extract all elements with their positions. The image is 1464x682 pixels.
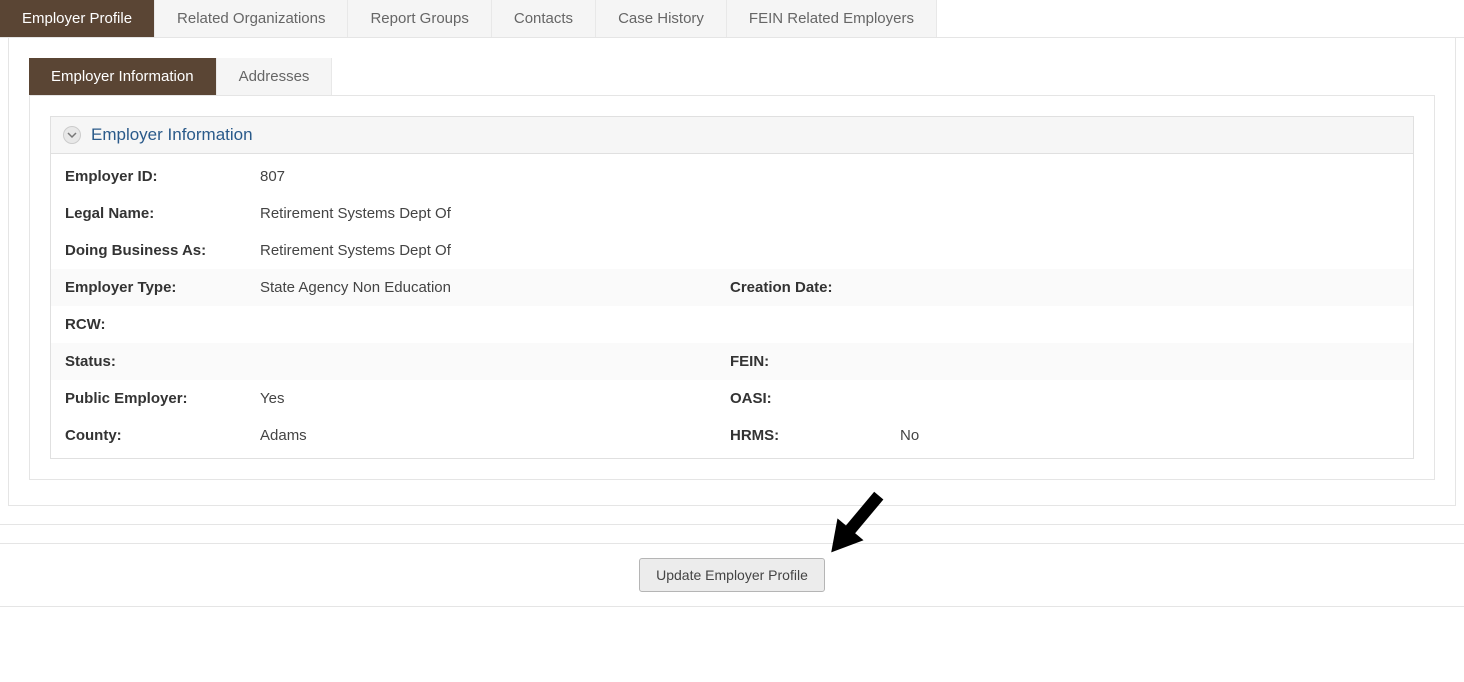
inner-tab-strip: Employer Information Addresses [29,58,1435,95]
value-rcw [260,316,540,333]
value-county: Adams [260,427,540,444]
value-status [260,353,540,370]
tab-related-organizations[interactable]: Related Organizations [155,0,348,37]
label-public-employer: Public Employer: [65,390,260,407]
section-title: Employer Information [91,125,253,145]
update-employer-profile-button[interactable]: Update Employer Profile [639,558,825,592]
tab-report-groups[interactable]: Report Groups [348,0,491,37]
section-header[interactable]: Employer Information [51,117,1413,154]
fields-container: Employer ID: 807 Legal Name: Retirement … [51,154,1413,458]
tab-fein-related-employers[interactable]: FEIN Related Employers [727,0,937,37]
label-hrms: HRMS: [730,427,900,444]
inner-panel: Employer Information Employer ID: 807 Le… [29,95,1435,480]
label-county: County: [65,427,260,444]
row-county: County: Adams HRMS: No [51,417,1413,454]
value-employer-type: State Agency Non Education [260,279,540,296]
main-panel: Employer Information Addresses Employer … [8,38,1456,506]
value-legal-name: Retirement Systems Dept Of [260,205,540,222]
tab-employer-information[interactable]: Employer Information [29,58,217,95]
label-creation-date: Creation Date: [730,279,900,296]
row-public-employer: Public Employer: Yes OASI: [51,380,1413,417]
value-public-employer: Yes [260,390,540,407]
row-employer-type: Employer Type: State Agency Non Educatio… [51,269,1413,306]
row-employer-id: Employer ID: 807 [51,158,1413,195]
label-status: Status: [65,353,260,370]
tab-employer-profile[interactable]: Employer Profile [0,0,155,37]
tab-addresses[interactable]: Addresses [217,58,333,95]
row-legal-name: Legal Name: Retirement Systems Dept Of [51,195,1413,232]
label-fein: FEIN: [730,353,900,370]
chevron-down-icon [63,126,81,144]
divider [0,524,1464,525]
employer-information-section: Employer Information Employer ID: 807 Le… [50,116,1414,459]
tab-case-history[interactable]: Case History [596,0,727,37]
value-doing-business-as: Retirement Systems Dept Of [260,242,540,259]
label-rcw: RCW: [65,316,260,333]
tab-contacts[interactable]: Contacts [492,0,596,37]
value-hrms: No [900,427,919,444]
row-rcw: RCW: [51,306,1413,343]
label-doing-business-as: Doing Business As: [65,242,260,259]
label-oasi: OASI: [730,390,900,407]
row-dba: Doing Business As: Retirement Systems De… [51,232,1413,269]
label-legal-name: Legal Name: [65,205,260,222]
value-employer-id: 807 [260,168,540,185]
row-status: Status: FEIN: [51,343,1413,380]
label-employer-id: Employer ID: [65,168,260,185]
outer-tab-strip: Employer Profile Related Organizations R… [0,0,1464,38]
label-employer-type: Employer Type: [65,279,260,296]
footer-bar: Update Employer Profile [0,543,1464,607]
